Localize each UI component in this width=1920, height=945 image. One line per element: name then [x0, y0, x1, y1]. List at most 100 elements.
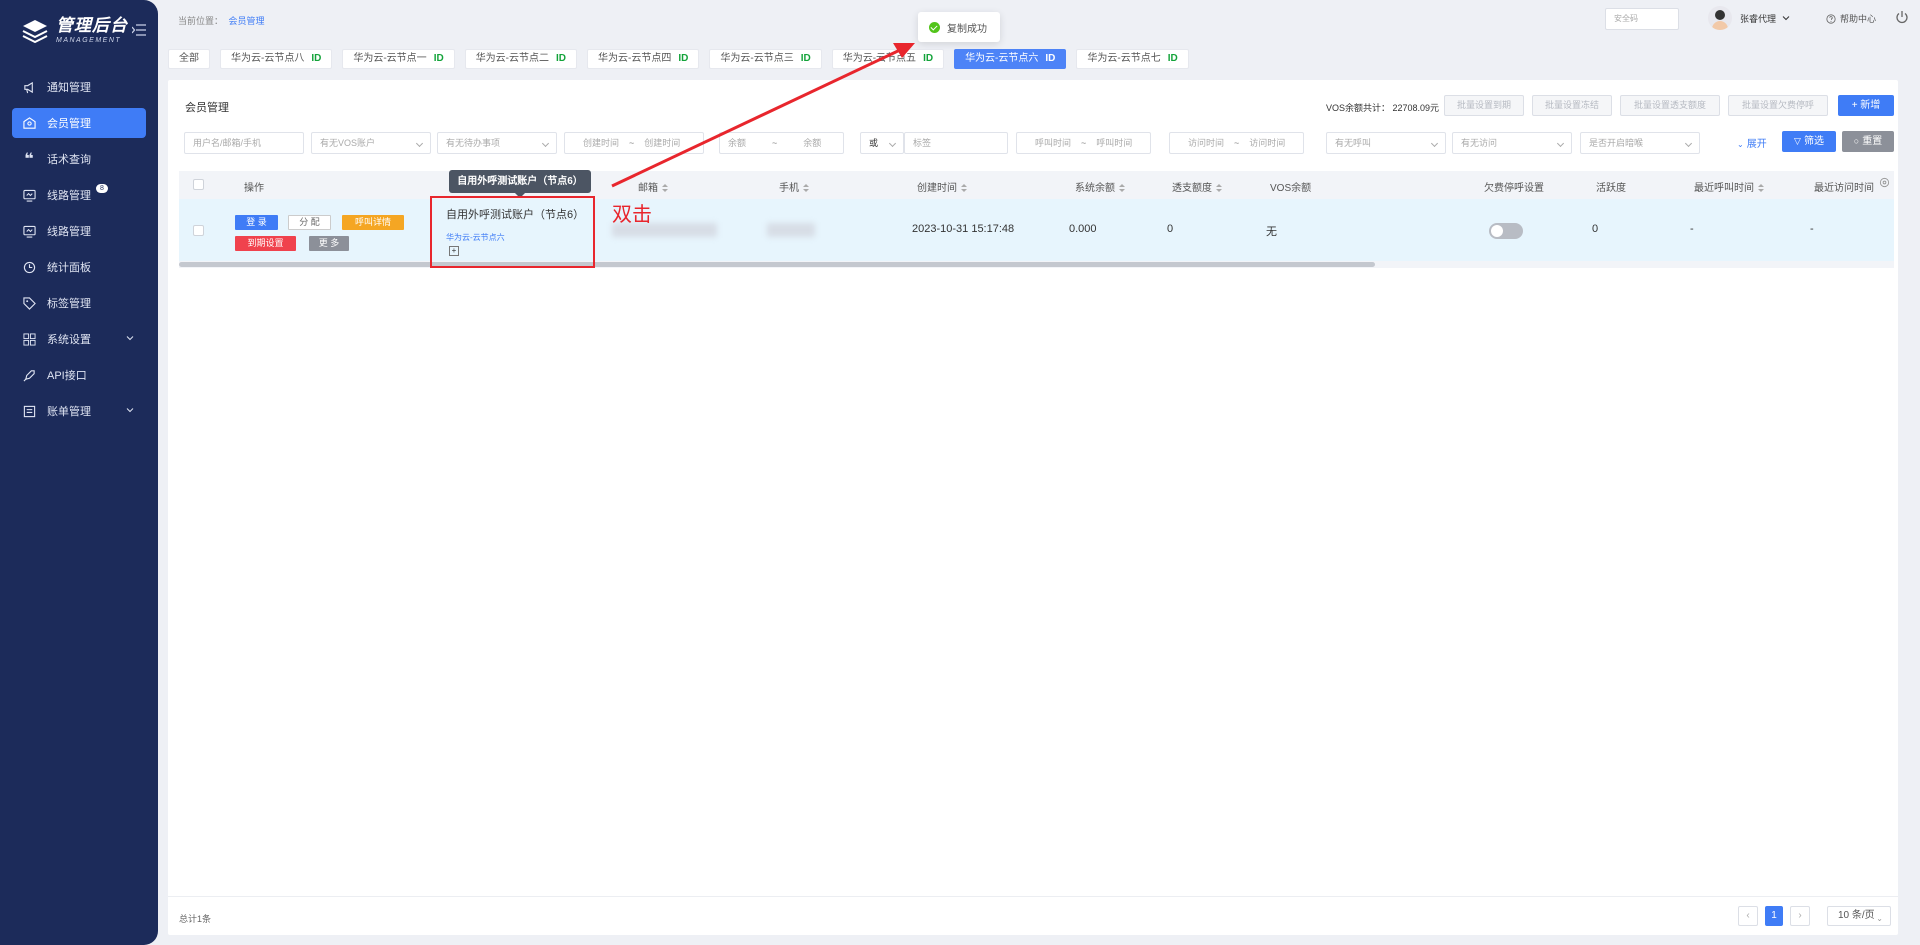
help-label: 帮助中心	[1840, 14, 1877, 24]
header-overdraft[interactable]: 透支额度	[1172, 179, 1222, 194]
tab-id[interactable]: ID	[311, 53, 321, 64]
reset-button[interactable]: ○ 重置	[1842, 131, 1894, 152]
tab-node[interactable]: 华为云-云节点三 ID	[709, 49, 822, 69]
header-last-call[interactable]: 最近呼叫时间	[1694, 179, 1764, 194]
scrollbar-thumb[interactable]	[179, 262, 1375, 267]
layers-logo-icon	[22, 19, 48, 44]
sidebar-item-lines-2[interactable]: 线路管理	[12, 216, 146, 246]
tab-node[interactable]: 华为云-云节点七 ID	[1076, 49, 1189, 69]
sidebar-item-label: 会员管理	[47, 118, 91, 130]
dark-mode-select[interactable]: 是否开启暗喉	[1580, 132, 1700, 154]
bill-icon	[22, 404, 36, 418]
tab-label: 华为云-云节点五	[842, 53, 917, 64]
expire-setting-button[interactable]: 到期设置	[235, 236, 296, 251]
sidebar-item-lines-1[interactable]: 线路管理 8	[12, 180, 146, 210]
power-icon[interactable]	[1895, 10, 1909, 24]
filter-label: 筛选	[1803, 136, 1824, 147]
prev-page-button[interactable]: ‹	[1738, 906, 1758, 926]
call-detail-button[interactable]: 呼叫详情	[342, 215, 404, 230]
sidebar-item-settings[interactable]: 系统设置	[12, 324, 146, 354]
tab-node[interactable]: 华为云-云节点四 ID	[587, 49, 700, 69]
header-label: 最近呼叫时间	[1694, 183, 1754, 194]
sidebar-item-api[interactable]: API接口	[12, 360, 146, 390]
tab-id[interactable]: ID	[1168, 53, 1178, 64]
created-time-range[interactable]: 创建时间 ~ 创建时间	[564, 132, 704, 154]
user-search-input[interactable]: 用户名/邮箱/手机	[184, 132, 304, 154]
page-1-button[interactable]: 1	[1765, 906, 1783, 926]
chevron-down-icon	[1782, 16, 1790, 21]
chevron-down-icon	[1430, 139, 1439, 148]
batch-overdraft-button[interactable]: 批量设置透支额度	[1620, 95, 1720, 116]
range-start: 访问时间	[1188, 138, 1225, 148]
sidebar-item-members[interactable]: 会员管理	[12, 108, 146, 138]
call-time-range[interactable]: 呼叫时间 ~ 呼叫时间	[1016, 132, 1151, 154]
monitor-icon	[22, 224, 36, 238]
tab-id[interactable]: ID	[434, 53, 444, 64]
sidebar-item-bills[interactable]: 账单管理	[12, 396, 146, 426]
visit-time-range[interactable]: 访问时间 ~ 访问时间	[1169, 132, 1304, 154]
footer-divider	[168, 896, 1898, 897]
tab-id[interactable]: ID	[801, 53, 811, 64]
breadcrumb-prefix: 当前位置：	[178, 16, 224, 26]
main-card: 会员管理 VOS余额共计： 22708.09元 批量设置到期 批量设置冻结 批量…	[168, 80, 1898, 935]
sidebar-item-script-query[interactable]: ❝ 话术查询	[12, 144, 146, 174]
tab-node[interactable]: 华为云-云节点一 ID	[342, 49, 455, 69]
select-value: 有无待办事项	[446, 138, 501, 148]
tab-label: 华为云-云节点八	[231, 53, 305, 64]
tab-id[interactable]: ID	[923, 53, 933, 64]
table-header: 操作 邮箱 手机 创建时间 系统余额 透支额度 VOS余额 欠费停呼设置 活跃度…	[179, 171, 1894, 199]
tab-node[interactable]: 华为云-云节点八 ID	[220, 49, 333, 69]
sidebar-item-label: 线路管理	[47, 226, 91, 238]
header-vos-balance: VOS余额	[1270, 183, 1312, 194]
tab-node-active[interactable]: 华为云-云节点六 ID	[954, 49, 1067, 69]
batch-arrears-stop-button[interactable]: 批量设置欠费停呼	[1728, 95, 1828, 116]
todo-select[interactable]: 有无待办事项	[437, 132, 557, 154]
menu-collapse-icon[interactable]	[131, 24, 146, 36]
sidebar-item-notice[interactable]: 通知管理	[12, 72, 146, 102]
tab-id[interactable]: ID	[556, 53, 566, 64]
select-all-checkbox[interactable]	[193, 179, 204, 190]
breadcrumb-current[interactable]: 会员管理	[229, 16, 265, 26]
balance-range[interactable]: 余额 ~ 余额	[719, 132, 844, 154]
assign-button[interactable]: 分 配	[288, 215, 331, 230]
header-email[interactable]: 邮箱	[638, 179, 668, 194]
sidebar-item-tags[interactable]: 标签管理	[12, 288, 146, 318]
page-size-select[interactable]: 10 条/页 ⌄	[1827, 906, 1891, 926]
or-select[interactable]: 或	[860, 132, 904, 154]
more-button[interactable]: 更 多	[309, 236, 349, 251]
batch-freeze-button[interactable]: 批量设置冻结	[1532, 95, 1612, 116]
login-button[interactable]: 登 录	[235, 215, 278, 230]
header-label: 透支额度	[1172, 183, 1212, 194]
filter-button[interactable]: ▽ 筛选	[1782, 131, 1836, 152]
column-settings-icon[interactable]	[1879, 177, 1890, 188]
tab-node[interactable]: 华为云-云节点五 ID	[831, 49, 945, 69]
row-checkbox[interactable]	[193, 225, 204, 236]
sidebar-item-stats[interactable]: 统计面板	[12, 252, 146, 282]
tab-id[interactable]: ID	[678, 53, 688, 64]
select-value: 有无访问	[1461, 138, 1498, 148]
toast-message: 复制成功	[918, 12, 1000, 42]
batch-expire-button[interactable]: 批量设置到期	[1444, 95, 1524, 116]
header-arrears-stop: 欠费停呼设置	[1484, 183, 1544, 194]
reset-label: 重置	[1862, 136, 1883, 147]
add-button[interactable]: + 新增	[1838, 95, 1894, 116]
next-page-button[interactable]: ›	[1790, 906, 1810, 926]
safe-code-input[interactable]: 安全码	[1605, 8, 1679, 30]
expand-filters-link[interactable]: ⌄ 展开	[1737, 135, 1767, 150]
has-call-select[interactable]: 有无呼叫	[1326, 132, 1446, 154]
header-sys-balance[interactable]: 系统余额	[1075, 179, 1125, 194]
arrears-stop-toggle[interactable]	[1489, 223, 1523, 239]
has-visit-select[interactable]: 有无访问	[1452, 132, 1572, 154]
user-menu[interactable]: 张睿代理	[1708, 6, 1790, 30]
vos-account-select[interactable]: 有无VOS账户	[311, 132, 431, 154]
tab-label: 华为云-云节点一	[353, 53, 427, 64]
help-center-link[interactable]: 帮助中心	[1826, 12, 1876, 25]
tag-input[interactable]: 标签	[904, 132, 1008, 154]
header-phone[interactable]: 手机	[779, 179, 809, 194]
tab-id[interactable]: ID	[1045, 53, 1055, 64]
tab-all[interactable]: 全部	[168, 49, 210, 69]
breadcrumb: 当前位置： 会员管理	[178, 14, 265, 27]
tab-node[interactable]: 华为云-云节点二 ID	[464, 49, 578, 69]
header-created[interactable]: 创建时间	[917, 179, 967, 194]
name-tooltip: 自用外呼测试账户（节点6）	[449, 170, 591, 198]
